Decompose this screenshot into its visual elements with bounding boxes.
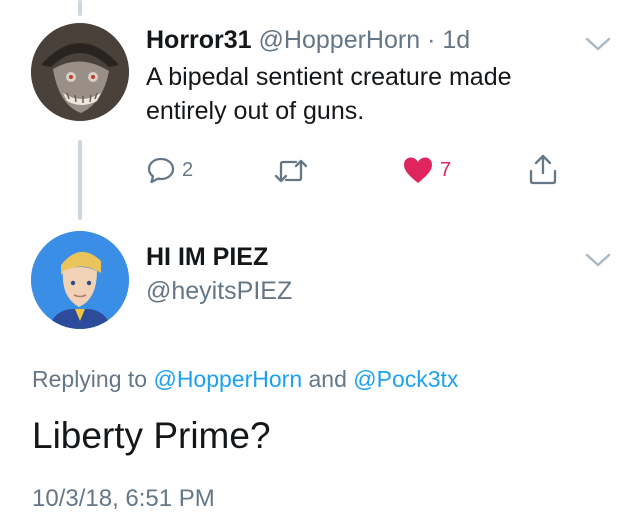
- like-count: 7: [440, 158, 452, 181]
- avatar-piez[interactable]: [31, 231, 129, 329]
- reply-text: Liberty Prime?: [32, 415, 271, 456]
- tweet-text-line-2: entirely out of guns.: [146, 97, 365, 125]
- retweet-icon: [274, 157, 308, 185]
- share-icon: [528, 153, 558, 185]
- mention-hopperhorn[interactable]: @HopperHorn: [153, 366, 302, 392]
- heart-icon: [402, 155, 434, 185]
- tweet-text: A bipedal sentient creature made entirel…: [146, 60, 512, 128]
- reply-timestamp[interactable]: 10/3/18, 6:51 PM: [32, 485, 215, 513]
- mention-pock3tx[interactable]: @Pock3tx: [353, 366, 458, 392]
- tweet-text-line-1: A bipedal sentient creature made: [146, 63, 512, 91]
- reply-display-name[interactable]: HI IM PIEZ: [146, 243, 268, 272]
- tweet-header: Horror31 @HopperHorn · 1d: [146, 26, 470, 55]
- reply-action[interactable]: 2: [146, 155, 193, 185]
- reply-count: 2: [182, 158, 194, 181]
- separator: ·: [427, 26, 436, 54]
- chevron-down-icon[interactable]: [584, 34, 612, 54]
- handle[interactable]: @HopperHorn: [259, 26, 421, 54]
- share-action[interactable]: [528, 153, 558, 185]
- thread-line-bottom: [78, 140, 82, 220]
- replying-to: Replying to @HopperHorn and @Pock3tx: [32, 366, 458, 393]
- thread-line-top: [78, 0, 82, 16]
- replying-conjunction: and: [308, 366, 347, 392]
- retweet-action[interactable]: [274, 157, 308, 185]
- tweet-time[interactable]: 1d: [442, 26, 470, 54]
- display-name[interactable]: Horror31: [146, 26, 252, 54]
- reply-icon: [146, 155, 176, 185]
- reply-handle[interactable]: @heyitsPIEZ: [146, 277, 292, 306]
- avatar-horror31[interactable]: [31, 23, 129, 121]
- chevron-down-icon[interactable]: [584, 250, 612, 270]
- replying-prefix: Replying to: [32, 366, 148, 392]
- like-action[interactable]: 7: [402, 155, 451, 185]
